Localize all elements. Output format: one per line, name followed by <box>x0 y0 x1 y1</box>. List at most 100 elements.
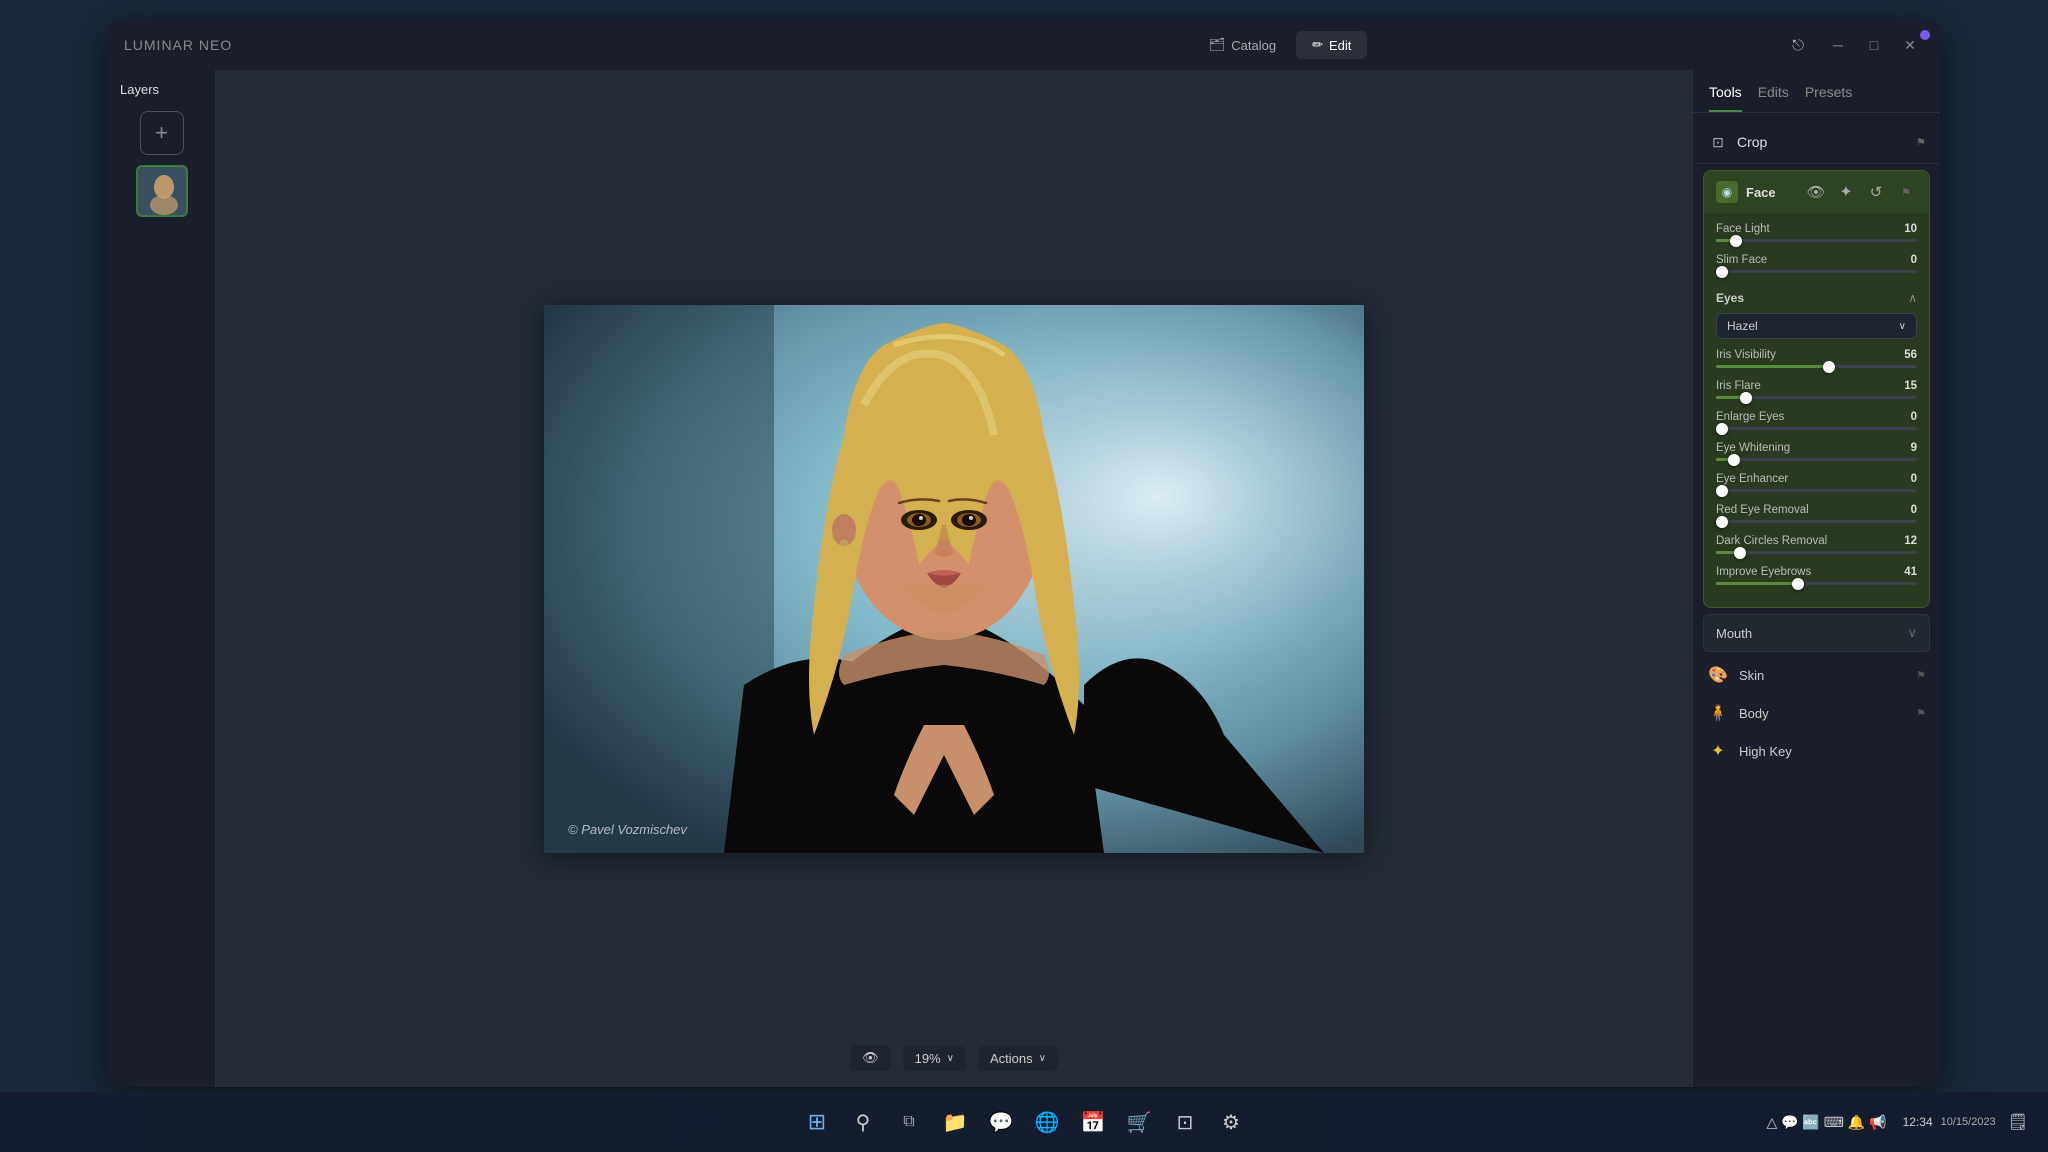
face-pin-button[interactable]: ⚑ <box>1895 181 1917 203</box>
system-tray: △ 💬 🔤 ⌨ 🔔 📢 12:34 10/15/2023 🗒 <box>1766 1112 2028 1132</box>
actions-chevron-icon: ∨ <box>1039 1053 1046 1064</box>
face-body: Face Light 10 Slim Face <box>1704 213 1929 607</box>
eye-enhancer-thumb[interactable] <box>1716 485 1728 497</box>
edit-nav-btn[interactable]: ✏ Edit <box>1296 31 1367 59</box>
iris-visibility-value: 56 <box>1904 349 1917 361</box>
face-light-thumb[interactable] <box>1730 235 1742 247</box>
face-visibility-button[interactable]: 👁 <box>1805 181 1827 203</box>
body-section[interactable]: 🧍 Body ⚑ <box>1693 694 1940 732</box>
eye-whitening-thumb[interactable] <box>1728 454 1740 466</box>
dark-circles-track[interactable] <box>1716 551 1917 554</box>
slim-face-thumb[interactable] <box>1716 266 1728 278</box>
enlarge-eyes-label: Enlarge Eyes <box>1716 411 1784 423</box>
eye-icon: 👁 <box>862 1050 879 1066</box>
crop-pin-icon[interactable]: ⚑ <box>1916 136 1926 149</box>
eye-whitening-track[interactable] <box>1716 458 1917 461</box>
eye-whitening-value: 9 <box>1911 442 1917 454</box>
face-light-track[interactable] <box>1716 239 1917 242</box>
zoom-control[interactable]: 19% ∨ <box>903 1046 966 1071</box>
start-button[interactable]: ⊞ <box>798 1103 836 1141</box>
store-button[interactable]: 🛒 <box>1120 1103 1158 1141</box>
search-taskbar-button[interactable]: ⚲ <box>844 1103 882 1141</box>
eyes-chevron-icon: ∧ <box>1908 291 1917 305</box>
photo-watermark: © Pavel Vozmischev <box>568 822 687 837</box>
face-ai-button[interactable]: ✦ <box>1835 181 1857 203</box>
improve-eyebrows-label: Improve Eyebrows <box>1716 566 1811 578</box>
iris-visibility-fill <box>1716 365 1829 368</box>
file-explorer-button[interactable]: 📁 <box>936 1103 974 1141</box>
add-layer-button[interactable]: + <box>140 111 184 155</box>
improve-eyebrows-fill <box>1716 582 1798 585</box>
visibility-toggle[interactable]: 👁 <box>850 1045 891 1071</box>
slim-face-value: 0 <box>1911 254 1917 266</box>
enlarge-eyes-track[interactable] <box>1716 427 1917 430</box>
iris-visibility-row: Iris Visibility 56 <box>1716 349 1917 368</box>
share-button[interactable]: ⎋ <box>1784 31 1812 59</box>
face-reset-button[interactable]: ↺ <box>1865 181 1887 203</box>
dark-circles-thumb[interactable] <box>1734 547 1746 559</box>
body-pin-icon[interactable]: ⚑ <box>1916 707 1926 720</box>
app-logo: LUMINAR NEO <box>124 37 232 53</box>
photo-canvas: © Pavel Vozmischev <box>544 305 1364 853</box>
layer-thumbnail[interactable] <box>136 165 188 217</box>
actions-button[interactable]: Actions ∨ <box>978 1046 1058 1071</box>
slim-face-track[interactable] <box>1716 270 1917 273</box>
minimize-button[interactable]: ─ <box>1824 31 1852 59</box>
iris-visibility-track[interactable] <box>1716 365 1917 368</box>
skin-pin-icon[interactable]: ⚑ <box>1916 669 1926 682</box>
zoom-chevron-icon: ∨ <box>947 1053 954 1064</box>
red-eye-removal-row: Red Eye Removal 0 <box>1716 504 1917 523</box>
eye-whitening-label: Eye Whitening <box>1716 442 1790 454</box>
eye-enhancer-row: Eye Enhancer 0 <box>1716 473 1917 492</box>
calendar-button[interactable]: 📅 <box>1074 1103 1112 1141</box>
catalog-nav-btn[interactable]: 🗂 Catalog <box>1193 31 1292 59</box>
face-controls: 👁 ✦ ↺ ⚑ <box>1805 181 1917 203</box>
eye-color-chevron-icon: ∨ <box>1899 321 1906 332</box>
title-bar: LUMINAR NEO 🗂 Catalog ✏ Edit ⎋ ─ □ ✕ <box>108 20 1940 70</box>
mouth-chevron-icon: ∨ <box>1907 625 1917 641</box>
eyes-subsection-header[interactable]: Eyes ∧ <box>1716 285 1917 313</box>
red-eye-removal-track[interactable] <box>1716 520 1917 523</box>
eye-enhancer-track[interactable] <box>1716 489 1917 492</box>
red-eye-removal-thumb[interactable] <box>1716 516 1728 528</box>
dev-button[interactable]: ⚙ <box>1212 1103 1250 1141</box>
mouth-section: Mouth ∨ <box>1703 614 1930 652</box>
tab-tools[interactable]: Tools <box>1709 84 1742 112</box>
right-panel: Tools Edits Presets ⊡ Crop ⚑ ◉ <box>1692 70 1940 1087</box>
layers-title: Layers <box>120 82 159 97</box>
panel-content: ⊡ Crop ⚑ ◉ Face 👁 ✦ ↺ ⚑ <box>1693 113 1940 1087</box>
task-view-button[interactable]: ⧉ <box>890 1103 928 1141</box>
edge-button[interactable]: 🌐 <box>1028 1103 1066 1141</box>
notification-center-icon[interactable]: 🗒 <box>2008 1112 2028 1132</box>
mouth-header[interactable]: Mouth ∨ <box>1704 615 1929 651</box>
dark-circles-row: Dark Circles Removal 12 <box>1716 535 1917 554</box>
eye-color-value: Hazel <box>1727 319 1758 333</box>
face-label: Face <box>1746 185 1797 200</box>
iris-flare-value: 15 <box>1904 380 1917 392</box>
canvas-toolbar: 👁 19% ∨ Actions ∨ <box>850 1045 1058 1071</box>
iris-flare-row: Iris Flare 15 <box>1716 380 1917 399</box>
iris-visibility-thumb[interactable] <box>1823 361 1835 373</box>
app-window: LUMINAR NEO 🗂 Catalog ✏ Edit ⎋ ─ □ ✕ <box>108 20 1940 1087</box>
skin-section[interactable]: 🎨 Skin ⚑ <box>1693 656 1940 694</box>
face-header[interactable]: ◉ Face 👁 ✦ ↺ ⚑ <box>1704 171 1929 213</box>
crop-label: Crop <box>1737 134 1908 150</box>
tab-edits[interactable]: Edits <box>1758 84 1789 112</box>
improve-eyebrows-track[interactable] <box>1716 582 1917 585</box>
chat-button[interactable]: 💬 <box>982 1103 1020 1141</box>
layers-panel: Layers + <box>108 70 216 1087</box>
face-light-row: Face Light 10 <box>1716 223 1917 242</box>
tab-presets[interactable]: Presets <box>1805 84 1852 112</box>
iris-flare-thumb[interactable] <box>1740 392 1752 404</box>
eye-color-select[interactable]: Hazel ∨ <box>1716 313 1917 339</box>
enlarge-eyes-thumb[interactable] <box>1716 423 1728 435</box>
enlarge-eyes-row: Enlarge Eyes 0 <box>1716 411 1917 430</box>
improve-eyebrows-thumb[interactable] <box>1792 578 1804 590</box>
face-light-value: 10 <box>1904 223 1917 235</box>
body-icon: 🧍 <box>1707 702 1729 724</box>
iris-flare-track[interactable] <box>1716 396 1917 399</box>
terminal-button[interactable]: ⊡ <box>1166 1103 1204 1141</box>
maximize-button[interactable]: □ <box>1860 31 1888 59</box>
high-key-section[interactable]: ✦ High Key <box>1693 732 1940 770</box>
crop-header[interactable]: ⊡ Crop ⚑ <box>1707 131 1926 153</box>
